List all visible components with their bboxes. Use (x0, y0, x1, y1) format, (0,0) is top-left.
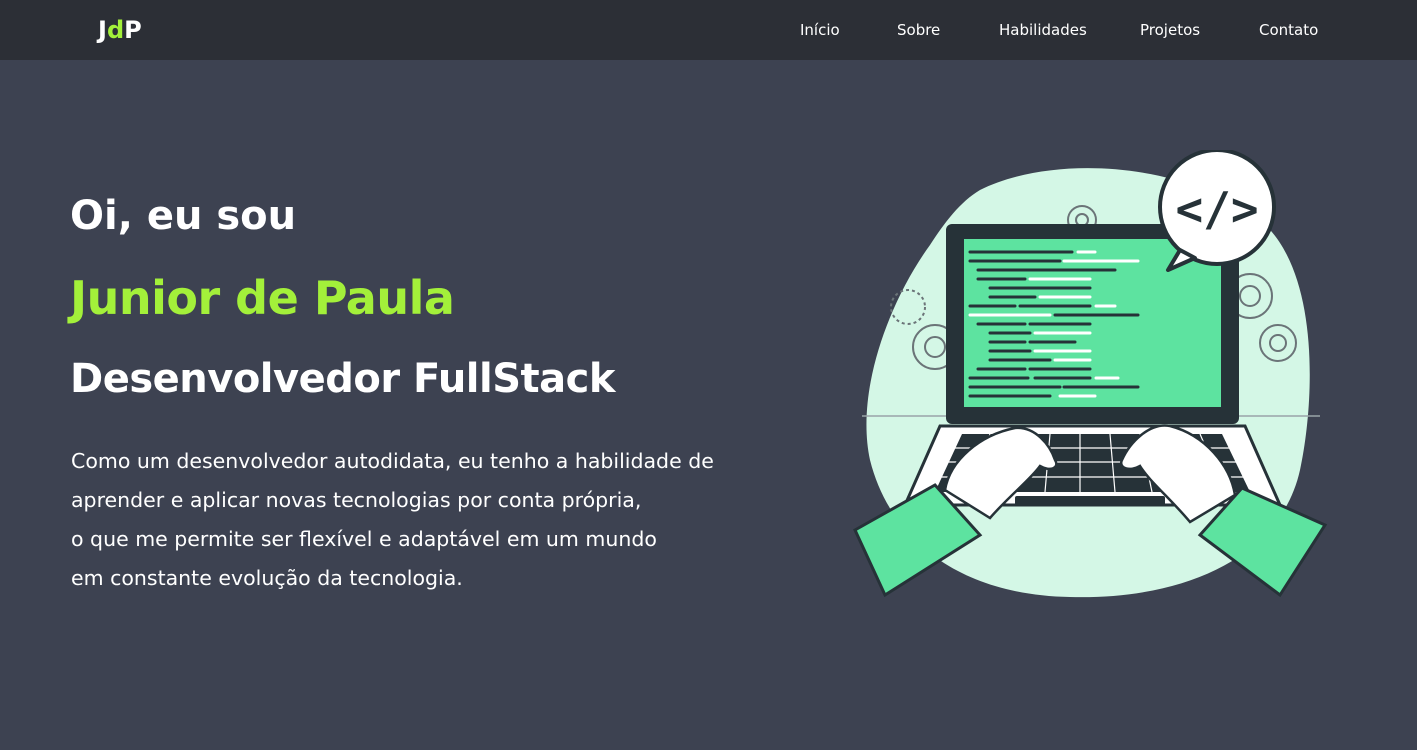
navbar: JdP Início Sobre Habilidades Projetos Co… (0, 0, 1417, 60)
laptop-trackpad (1015, 496, 1165, 506)
hero-name: Junior de Paula (70, 271, 455, 325)
logo-letter-d: d (106, 16, 125, 44)
code-bubble-text: </> (1175, 182, 1258, 236)
hero-description-line: em constante evolução da tecnologia. (71, 566, 463, 590)
nav-link-sobre[interactable]: Sobre (897, 20, 940, 40)
hero-description: Como um desenvolvedor autodidata, eu ten… (71, 442, 771, 598)
hero-role: Desenvolvedor FullStack (70, 356, 615, 402)
logo-letter-j: J (98, 16, 107, 44)
nav-link-habilidades[interactable]: Habilidades (999, 20, 1087, 40)
logo[interactable]: JdP (98, 14, 142, 46)
nav-link-projetos[interactable]: Projetos (1140, 20, 1200, 40)
nav-link-contato[interactable]: Contato (1259, 20, 1318, 40)
logo-letter-p: P (124, 16, 142, 44)
nav-link-inicio[interactable]: Início (800, 20, 840, 40)
developer-illustration: </> (853, 150, 1328, 598)
hero-description-line: Como um desenvolvedor autodidata, eu ten… (71, 449, 714, 473)
hero-description-line: o que me permite ser flexível e adaptáve… (71, 527, 657, 551)
hero-description-line: aprender e aplicar novas tecnologias por… (71, 488, 642, 512)
hero-greeting: Oi, eu sou (70, 193, 297, 239)
